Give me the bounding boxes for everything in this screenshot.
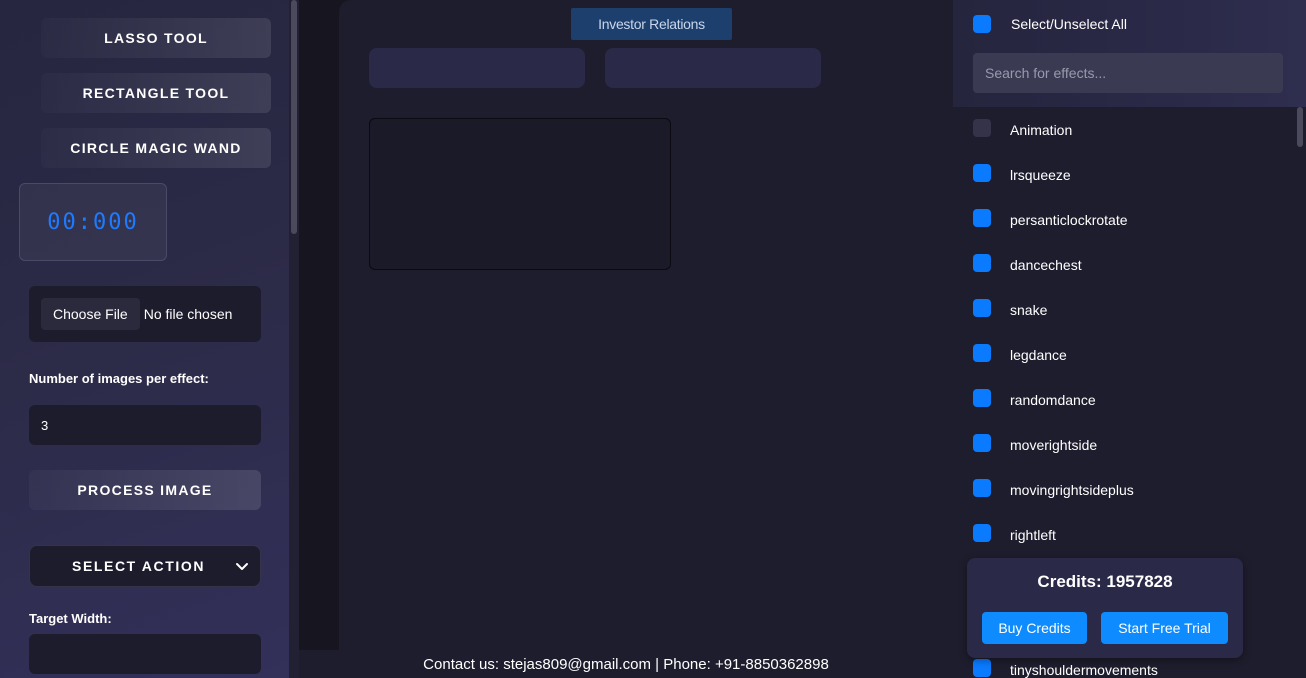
effect-label: tinyshouldermovements xyxy=(1010,662,1158,678)
effect-label: legdance xyxy=(1010,347,1067,363)
image-canvas[interactable] xyxy=(369,118,671,270)
effect-item[interactable]: movingrightsideplus xyxy=(953,468,1293,513)
effect-label: randomdance xyxy=(1010,392,1096,408)
effect-checkbox[interactable] xyxy=(973,389,991,407)
effect-item[interactable]: legdance xyxy=(953,333,1293,378)
effect-item[interactable]: rightleft xyxy=(953,513,1293,558)
file-input[interactable]: Choose File No file chosen xyxy=(29,286,261,342)
effect-checkbox[interactable] xyxy=(973,164,991,182)
effect-item[interactable]: lrsqueeze xyxy=(953,153,1293,198)
effects-search-input[interactable]: Search for effects... xyxy=(973,53,1283,93)
effect-checkbox[interactable] xyxy=(973,524,991,542)
sidebar-scrollbar-thumb[interactable] xyxy=(291,0,297,234)
effect-label: dancechest xyxy=(1010,257,1082,273)
lasso-tool-button[interactable]: LASSO TOOL xyxy=(41,18,271,58)
effect-item[interactable]: persanticlockrotate xyxy=(953,198,1293,243)
select-action-dropdown[interactable]: SELECT ACTION xyxy=(29,545,261,587)
effects-scrollbar[interactable] xyxy=(1294,107,1306,678)
tab-placeholder-1[interactable] xyxy=(369,48,585,88)
effect-checkbox[interactable] xyxy=(973,119,991,137)
effect-checkbox[interactable] xyxy=(973,659,991,677)
effect-item[interactable]: dancechest xyxy=(953,243,1293,288)
target-width-label: Target Width: xyxy=(29,611,112,626)
effect-item[interactable]: moverightside xyxy=(953,423,1293,468)
start-free-trial-button[interactable]: Start Free Trial xyxy=(1101,612,1228,644)
chevron-down-icon xyxy=(236,563,248,570)
credits-card: Credits: 1957828 Buy Credits Start Free … xyxy=(967,558,1243,658)
tab-placeholder-2[interactable] xyxy=(605,48,821,88)
tools-sidebar: LASSO TOOL RECTANGLE TOOL CIRCLE MAGIC W… xyxy=(0,0,299,678)
target-width-input[interactable] xyxy=(29,634,261,674)
effect-item[interactable]: Animation xyxy=(953,108,1293,153)
main-panel xyxy=(339,0,979,650)
effect-checkbox[interactable] xyxy=(973,299,991,317)
effect-label: snake xyxy=(1010,302,1048,318)
images-per-effect-input[interactable]: 3 xyxy=(29,405,261,445)
sidebar-scrollbar[interactable] xyxy=(289,0,299,678)
effect-label: persanticlockrotate xyxy=(1010,212,1128,228)
effects-scrollbar-thumb[interactable] xyxy=(1297,107,1303,147)
app-root: LASSO TOOL RECTANGLE TOOL CIRCLE MAGIC W… xyxy=(0,0,1306,678)
credits-balance: Credits: 1957828 xyxy=(1037,572,1173,591)
effect-checkbox[interactable] xyxy=(973,344,991,362)
investor-relations-link[interactable]: Investor Relations xyxy=(571,8,732,40)
effect-label: moverightside xyxy=(1010,437,1098,453)
effect-label: rightleft xyxy=(1010,527,1056,543)
process-image-button[interactable]: PROCESS IMAGE xyxy=(29,470,261,510)
file-status-text: No file chosen xyxy=(143,306,233,322)
images-per-effect-label: Number of images per effect: xyxy=(29,371,209,386)
timer-display: 00:000 xyxy=(19,183,167,261)
effect-checkbox[interactable] xyxy=(973,209,991,227)
contact-footer: Contact us: stejas809@gmail.com | Phone:… xyxy=(299,650,953,678)
circle-magic-wand-button[interactable]: CIRCLE MAGIC WAND xyxy=(41,128,271,168)
rectangle-tool-button[interactable]: RECTANGLE TOOL xyxy=(41,73,271,113)
effect-checkbox[interactable] xyxy=(973,434,991,452)
select-all-label[interactable]: Select/Unselect All xyxy=(1011,16,1127,32)
buy-credits-button[interactable]: Buy Credits xyxy=(982,612,1087,644)
effect-label: movingrightsideplus xyxy=(1010,482,1134,498)
select-action-label: SELECT ACTION xyxy=(72,558,206,574)
effects-header: Select/Unselect All Search for effects..… xyxy=(953,0,1306,107)
effect-checkbox[interactable] xyxy=(973,254,991,272)
effect-checkbox[interactable] xyxy=(973,479,991,497)
effect-label: Animation xyxy=(1010,122,1073,138)
choose-file-button[interactable]: Choose File xyxy=(41,298,140,330)
effect-item[interactable]: randomdance xyxy=(953,378,1293,423)
effect-item[interactable]: snake xyxy=(953,288,1293,333)
select-all-checkbox[interactable] xyxy=(973,15,991,33)
effect-label: lrsqueeze xyxy=(1010,167,1071,183)
